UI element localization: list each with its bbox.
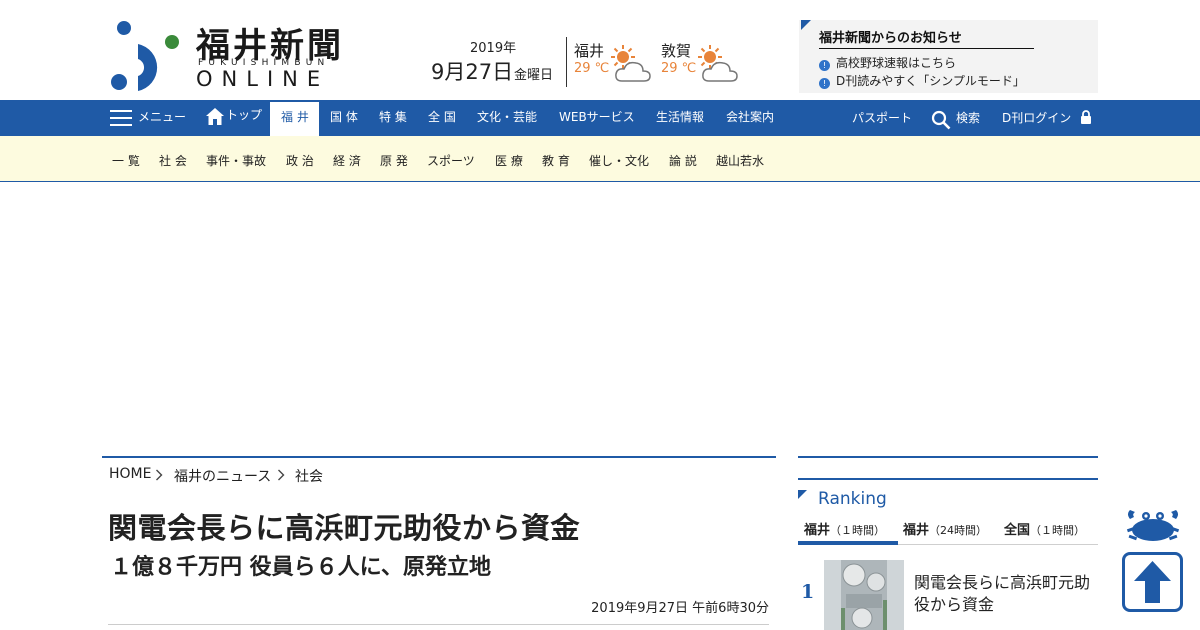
notice-item-simple-mode[interactable]: ! D刊読みやすく「シンプルモード」: [819, 72, 1025, 89]
breadcrumb-shakai[interactable]: 社会: [295, 466, 323, 486]
crab-mascot-icon[interactable]: [1124, 506, 1182, 546]
date-year: 2019年: [470, 41, 517, 56]
sun-cloud-icon: [698, 45, 738, 82]
ranking-tab-period: （24時間）: [929, 524, 988, 537]
logo-mark-icon[interactable]: [110, 20, 180, 92]
date-weekday: 金曜日: [514, 68, 554, 83]
nav-item-web-service[interactable]: WEBサービス: [559, 100, 635, 136]
date-divider: [566, 37, 567, 87]
nav-item-bunka[interactable]: 文化・芸能: [477, 100, 537, 136]
subnav-item-essay[interactable]: 越山若水: [716, 152, 764, 169]
nav-item-kokutai[interactable]: 国 体: [330, 100, 358, 136]
nav-login[interactable]: D刊ログイン: [1002, 101, 1071, 137]
ranking-header-divider: [798, 478, 1098, 480]
ranking-tab-period: （１時間）: [1030, 524, 1086, 537]
logo-online: ONLINE: [196, 67, 330, 91]
weather-temp-fukui: 29 ℃: [574, 61, 610, 76]
article-top-divider: [102, 456, 776, 458]
subnav-item-jiken[interactable]: 事件・事故: [206, 152, 266, 169]
lock-icon: [1081, 110, 1091, 124]
scroll-to-top-button[interactable]: [1122, 552, 1183, 612]
subnav-item-shakai[interactable]: 社 会: [159, 152, 187, 169]
weather-temp-tsuruga: 29 ℃: [661, 61, 697, 76]
arrow-up-icon: [1134, 561, 1171, 603]
notice-title: 福井新聞からのお知らせ: [819, 27, 1034, 49]
nav-item-seikatsu[interactable]: 生活情報: [656, 100, 704, 136]
ranking-tab-zenkoku-1h[interactable]: 全国（１時間）: [1004, 519, 1085, 538]
ranking-tab-name: 全国: [1004, 523, 1031, 538]
weather-city-tsuruga[interactable]: 敦賀: [661, 40, 691, 61]
nav-item-fukui[interactable]: 福 井: [281, 100, 309, 136]
ranking-tab-active-indicator: [798, 541, 898, 545]
subnav-item-moyooshi[interactable]: 催し・文化: [589, 152, 649, 169]
nav-item-kaisha[interactable]: 会社案内: [726, 100, 774, 136]
nav-top[interactable]: トップ: [226, 98, 262, 134]
search-icon[interactable]: [931, 110, 951, 130]
nav-passport[interactable]: パスポート: [852, 101, 912, 137]
article-divider: [108, 624, 769, 625]
ranking-title: Ranking: [818, 489, 887, 509]
article-subheadline: １億８千万円 役員ら６人に、原発立地: [110, 555, 492, 580]
nav-menu-button[interactable]: メニュー: [138, 100, 186, 136]
ranking-corner-flag: [798, 490, 807, 499]
ranking-tab-fukui-1h[interactable]: 福井（１時間）: [804, 519, 885, 538]
info-dot-icon: !: [819, 78, 830, 89]
subnav-item-keizai[interactable]: 経 済: [333, 152, 361, 169]
subnav-item-iryo[interactable]: 医 療: [495, 152, 523, 169]
ranking-tab-name: 福井: [903, 523, 930, 538]
subnav-item-genpatsu[interactable]: 原 発: [380, 152, 408, 169]
home-icon[interactable]: [206, 108, 224, 125]
notice-item-label: D刊読みやすく「シンプルモード」: [836, 74, 1025, 88]
notice-corner-flag: [801, 20, 811, 30]
chevron-right-icon: [156, 469, 163, 481]
nav-search[interactable]: 検索: [956, 101, 980, 137]
ranking-top-divider: [798, 456, 1098, 458]
subnav-item-ichiran[interactable]: 一 覧: [112, 152, 140, 169]
info-dot-icon: !: [819, 60, 830, 71]
notice-item-baseball[interactable]: ! 高校野球速報はこちら: [819, 54, 956, 71]
subnav-item-kyoiku[interactable]: 教 育: [542, 152, 570, 169]
breadcrumb-home[interactable]: HOME: [109, 466, 151, 482]
subnav-item-ronsetsu[interactable]: 論 説: [669, 152, 697, 169]
ranking-tab-period: （１時間）: [830, 524, 886, 537]
ranking-thumbnail-image[interactable]: [824, 560, 904, 630]
ranking-item-title[interactable]: 関電会長らに高浜町元助役から資金: [914, 572, 1099, 616]
chevron-right-icon: [278, 469, 285, 481]
article-timestamp: 2019年9月27日 午前6時30分: [591, 601, 769, 616]
article-headline: 関電会長らに高浜町元助役から資金: [108, 511, 581, 545]
weather-city-fukui[interactable]: 福井: [574, 40, 604, 61]
nav-item-tokushu[interactable]: 特 集: [379, 100, 407, 136]
ranking-number: 1: [801, 581, 815, 603]
sun-cloud-icon: [611, 45, 651, 82]
date-month-day: 9月27日: [431, 60, 514, 84]
notice-item-label: 高校野球速報はこちら: [836, 56, 957, 70]
ranking-tab-name: 福井: [804, 523, 831, 538]
ranking-tab-fukui-24h[interactable]: 福井（24時間）: [903, 519, 987, 538]
breadcrumb-fukui-news[interactable]: 福井のニュース: [174, 466, 271, 486]
subnav-item-sports[interactable]: スポーツ: [427, 152, 475, 169]
nav-item-zenkoku[interactable]: 全 国: [428, 100, 456, 136]
subnav-item-seiji[interactable]: 政 治: [286, 152, 314, 169]
hamburger-menu-icon[interactable]: [110, 110, 132, 126]
